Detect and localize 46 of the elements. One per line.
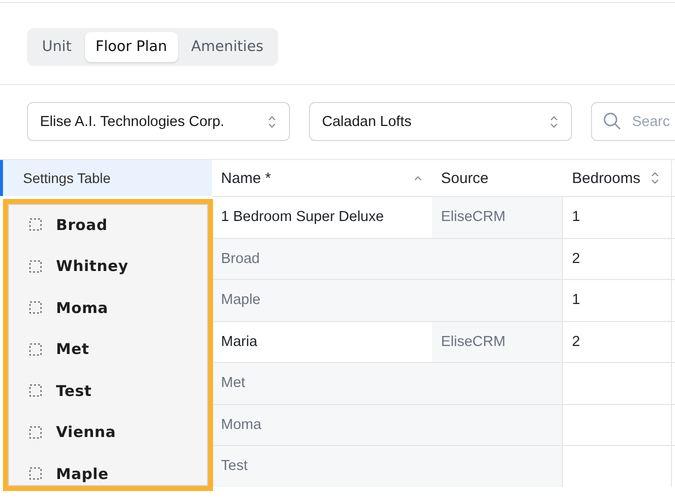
select-field[interactable]: Elise A.I. Technologies Corp. — [27, 102, 290, 141]
table-cell: EliseCRM — [432, 322, 563, 362]
table-cell: Met — [212, 363, 432, 404]
item-label: Broad — [56, 216, 108, 234]
table-cell: Moma — [212, 404, 432, 445]
list-item[interactable]: Broad — [8, 204, 208, 246]
header-label: Name * — [221, 170, 272, 186]
chevron-up-down-icon — [549, 114, 559, 128]
table-cell: Test — [212, 446, 432, 486]
column-header[interactable]: Bedrooms — [563, 160, 672, 196]
search-field[interactable]: Searc — [591, 102, 675, 141]
item-label: Moma — [56, 298, 108, 317]
dashed-square-icon — [29, 301, 42, 314]
sort-icon[interactable] — [650, 171, 660, 185]
list-item[interactable]: Whitney — [8, 246, 208, 287]
dashed-square-icon — [29, 342, 42, 356]
table-cell: EliseCRM — [432, 197, 563, 238]
tab[interactable]: Unit — [31, 32, 83, 62]
column-header[interactable]: Source — [432, 160, 563, 196]
list-item[interactable]: Maple — [8, 453, 208, 494]
item-label: Test — [56, 382, 92, 400]
dashed-square-icon — [29, 426, 42, 439]
list-item[interactable]: Test — [8, 370, 208, 412]
dashed-square-icon — [29, 467, 42, 480]
tab[interactable]: Floor Plan — [84, 32, 178, 62]
header-label: Bedrooms — [572, 170, 640, 186]
sidebar-item[interactable]: Settings Table — [0, 160, 212, 196]
chevron-up-down-icon — [267, 114, 277, 128]
list-item[interactable]: Vienna — [8, 412, 208, 453]
tab[interactable]: Amenities — [180, 32, 274, 62]
dashed-square-icon — [29, 218, 42, 232]
list-item[interactable]: Moma — [8, 287, 208, 328]
sort-up-icon[interactable] — [413, 174, 423, 182]
column-header[interactable]: Name * — [212, 160, 432, 196]
item-label: Vienna — [56, 423, 116, 442]
select-field[interactable]: Caladan Lofts — [309, 102, 572, 141]
list-item[interactable]: Met — [8, 328, 208, 370]
item-label: Met — [56, 340, 90, 358]
dashed-square-icon — [29, 384, 42, 398]
dashed-square-icon — [29, 260, 42, 273]
header-label: Source — [441, 170, 489, 186]
search-icon — [603, 112, 621, 130]
item-label: Maple — [56, 464, 109, 483]
table-cell: Maple — [212, 280, 432, 320]
table-cell: Broad — [212, 238, 432, 279]
item-label: Whitney — [56, 257, 128, 276]
